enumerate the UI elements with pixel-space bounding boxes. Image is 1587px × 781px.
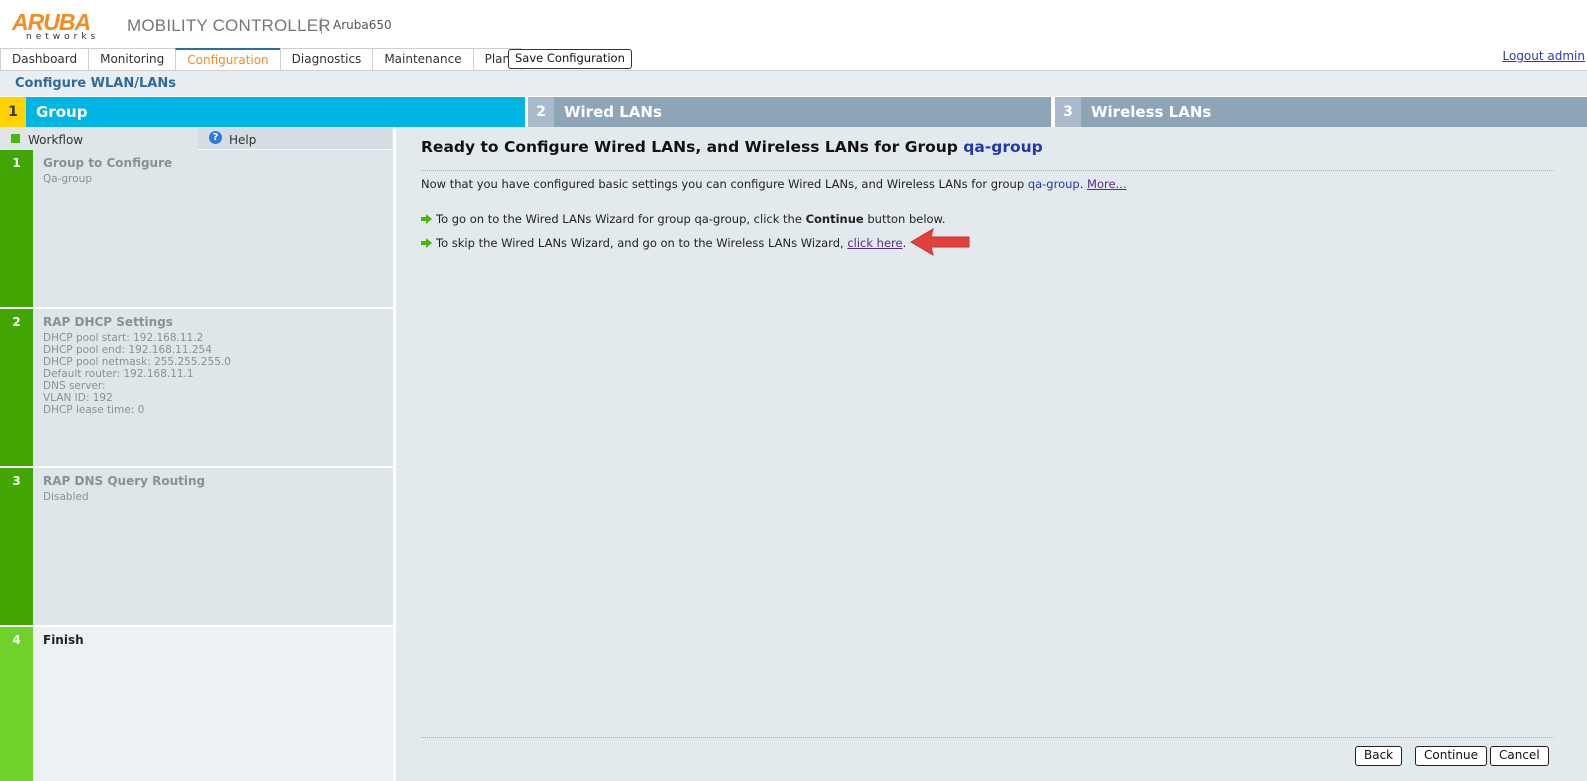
footer-divider (421, 737, 1554, 738)
workflow-step-number: 3 (12, 474, 21, 488)
intro-text: Now that you have configured basic setti… (421, 177, 1127, 191)
step-number: 1 (0, 97, 26, 127)
main-nav-tabs: Dashboard Monitoring Configuration Diagn… (0, 48, 523, 71)
logo-subtext: networks (26, 32, 100, 42)
red-arrow-annotation-icon (910, 227, 970, 257)
product-name: MOBILITY CONTROLLER (127, 16, 331, 35)
page-title: Configure WLAN/LANs (15, 76, 176, 91)
tab-monitoring[interactable]: Monitoring (88, 48, 177, 70)
continue-button[interactable]: Continue (1415, 746, 1487, 766)
bullet-text: button below. (863, 212, 946, 226)
logo-text: ARUBA (12, 9, 91, 35)
wizard-step-wired-lans[interactable]: 2 Wired LANs (528, 97, 1051, 127)
page-heading: Ready to Configure Wired LANs, and Wirel… (421, 138, 1043, 156)
workflow-step-number: 2 (12, 315, 21, 329)
bullet-text: . (902, 236, 907, 250)
workflow-step-details: Qa-group (43, 173, 92, 185)
step-status-bar (0, 468, 33, 625)
workflow-step-title: RAP DHCP Settings (43, 315, 173, 329)
bullet-bold: Continue (805, 212, 864, 226)
help-tab[interactable] (198, 128, 392, 150)
tab-dashboard[interactable]: Dashboard (0, 48, 90, 70)
more-link[interactable]: More... (1087, 177, 1126, 191)
wizard-steps: 1 Group 2 Wired LANs 3 Wireless LANs (0, 97, 1587, 127)
wizard-step-group[interactable]: 1 Group (0, 97, 525, 127)
workflow-step-number: 4 (12, 633, 21, 647)
help-tab-label: Help (229, 133, 257, 147)
cancel-button[interactable]: Cancel (1490, 746, 1549, 766)
bullet-text: To go on to the Wired LANs Wizard for gr… (436, 212, 806, 226)
workflow-step-group-to-configure[interactable]: 1 Group to Configure Qa-group (0, 150, 393, 307)
workflow-tab-label: Workflow (28, 133, 84, 147)
heading-text: Ready to Configure Wired LANs, and Wirel… (421, 138, 964, 156)
logout-link[interactable]: Logout admin (1503, 49, 1586, 63)
tab-diagnostics[interactable]: Diagnostics (279, 48, 374, 70)
step-status-bar (0, 309, 33, 466)
header-divider (321, 18, 322, 34)
tab-maintenance[interactable]: Maintenance (372, 48, 474, 70)
workflow-step-title: RAP DNS Query Routing (43, 474, 206, 488)
step-label: Wired LANs (564, 103, 662, 121)
step-status-bar (0, 627, 33, 781)
intro-prefix: Now that you have configured basic setti… (421, 177, 1028, 191)
intro-group-name: qa-group (1027, 177, 1080, 191)
workflow-step-rap-dns-query-routing[interactable]: 3 RAP DNS Query Routing Disabled (0, 468, 393, 625)
step-label: Wireless LANs (1091, 103, 1212, 121)
controller-hostname: Aruba650 (333, 18, 392, 32)
green-arrow-icon (421, 238, 432, 248)
step-number: 3 (1055, 97, 1081, 127)
click-here-link[interactable]: click here (847, 236, 902, 250)
heading-divider (421, 170, 1554, 171)
tab-configuration[interactable]: Configuration (175, 48, 281, 71)
workflow-step-details: Disabled (43, 491, 89, 503)
green-arrow-icon (421, 214, 432, 224)
workflow-step-finish[interactable]: 4 Finish (0, 627, 393, 781)
workflow-step-number: 1 (12, 156, 21, 170)
save-configuration-button[interactable]: Save Configuration (508, 49, 632, 69)
bullet-continue: To go on to the Wired LANs Wizard for gr… (421, 212, 946, 226)
step-label: Group (36, 103, 88, 121)
workflow-square-icon (11, 134, 20, 143)
workflow-step-rap-dhcp-settings[interactable]: 2 RAP DHCP Settings DHCP pool start: 192… (0, 309, 393, 466)
bullet-skip: To skip the Wired LANs Wizard, and go on… (421, 236, 906, 250)
step-number: 2 (528, 97, 554, 127)
back-button[interactable]: Back (1355, 746, 1403, 766)
aruba-logo: ARUBA networks (12, 9, 102, 42)
intro-dot: . (1079, 177, 1084, 191)
workflow-step-title: Finish (43, 633, 84, 647)
wizard-step-wireless-lans[interactable]: 3 Wireless LANs (1055, 97, 1587, 127)
bullet-text: To skip the Wired LANs Wizard, and go on… (436, 236, 848, 250)
workflow-step-title: Group to Configure (43, 156, 173, 170)
step-status-bar (0, 150, 33, 307)
help-icon: ? (209, 131, 222, 144)
workflow-step-details: DHCP pool start: 192.168.11.2 DHCP pool … (43, 332, 231, 416)
heading-group-name: qa-group (963, 138, 1043, 156)
page-title-bar (0, 71, 1587, 96)
